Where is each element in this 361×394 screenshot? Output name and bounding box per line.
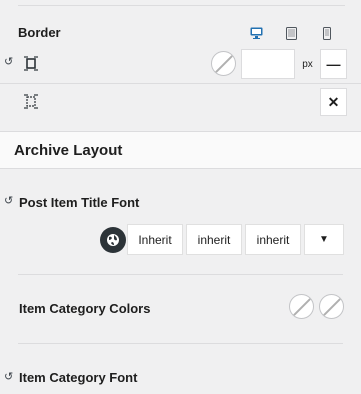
tablet-icon[interactable] bbox=[284, 26, 298, 40]
border-style-select[interactable]: — bbox=[320, 49, 347, 79]
desktop-icon[interactable] bbox=[249, 26, 263, 40]
close-icon: ✕ bbox=[327, 93, 340, 110]
reset-icon[interactable]: ↺ bbox=[4, 57, 13, 68]
solid-line-icon: — bbox=[326, 56, 341, 72]
chevron-down-icon: ▼ bbox=[319, 234, 329, 245]
mobile-icon[interactable] bbox=[320, 26, 334, 40]
border-all-sides-icon[interactable] bbox=[24, 56, 38, 71]
post-item-title-font-label: Post Item Title Font bbox=[19, 195, 140, 210]
title-font-divider bbox=[18, 274, 343, 275]
top-divider bbox=[18, 5, 345, 6]
font-style-button[interactable]: inherit bbox=[245, 224, 301, 255]
border-individual-sides-icon[interactable] bbox=[24, 94, 38, 109]
font-settings-dropdown[interactable]: ▼ bbox=[304, 224, 344, 255]
category-color-swatch-1[interactable] bbox=[289, 294, 314, 319]
archive-layout-section-header[interactable]: Archive Layout bbox=[0, 131, 361, 169]
font-weight-button[interactable]: inherit bbox=[186, 224, 242, 255]
item-category-font-label: Item Category Font bbox=[19, 370, 138, 385]
reset-icon[interactable]: ↺ bbox=[4, 372, 13, 383]
category-colors-divider bbox=[18, 343, 343, 344]
font-family-button[interactable]: Inherit bbox=[127, 224, 183, 255]
archive-layout-title: Archive Layout bbox=[14, 142, 123, 159]
border-color-swatch[interactable] bbox=[211, 51, 236, 76]
border-row-divider bbox=[0, 83, 361, 84]
border-clear-button[interactable]: ✕ bbox=[320, 88, 347, 116]
category-color-swatch-2[interactable] bbox=[319, 294, 344, 319]
border-unit-label[interactable]: px bbox=[295, 49, 320, 79]
item-category-colors-label: Item Category Colors bbox=[19, 301, 151, 316]
border-width-input[interactable] bbox=[241, 49, 295, 79]
border-label: Border bbox=[18, 25, 61, 40]
globe-icon[interactable] bbox=[100, 227, 126, 253]
reset-icon[interactable]: ↺ bbox=[4, 196, 13, 207]
